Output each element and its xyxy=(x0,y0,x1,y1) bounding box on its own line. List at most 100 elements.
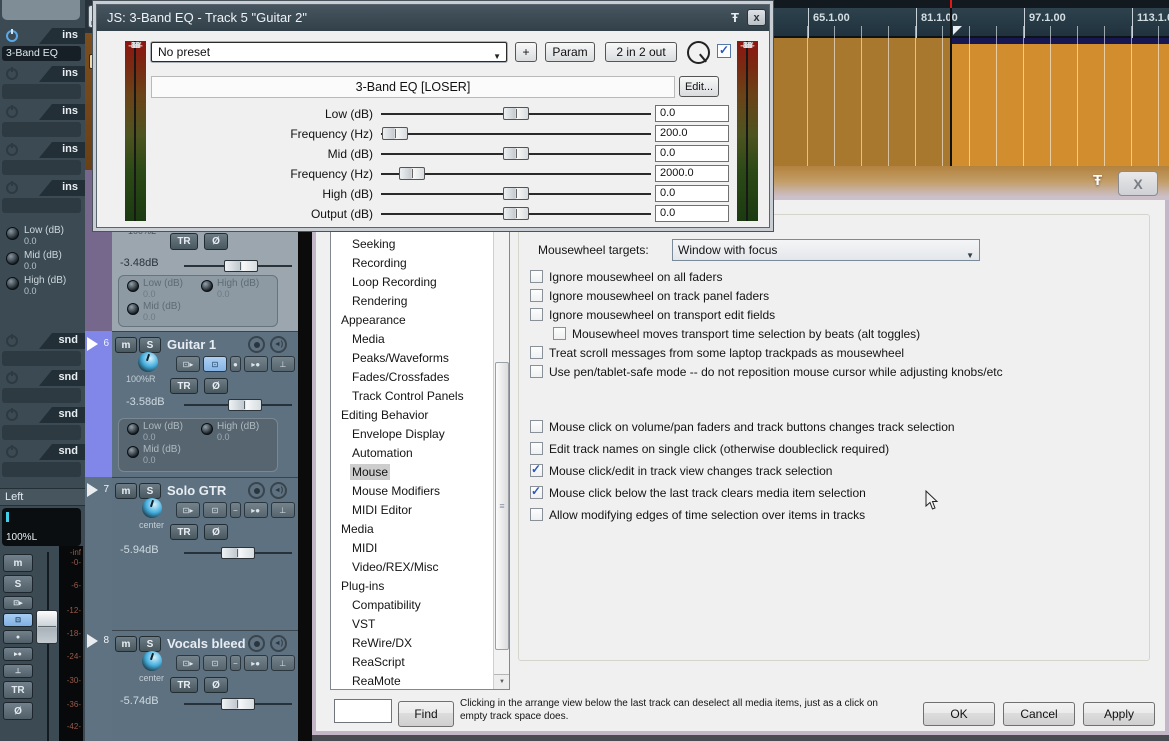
param-button[interactable]: Param xyxy=(545,42,595,62)
tree-item[interactable]: VST xyxy=(331,615,494,634)
volume-fader-handle[interactable] xyxy=(221,547,255,559)
fx-chain-button[interactable]: ⊡▸ xyxy=(176,356,200,372)
tree-item[interactable]: Mouse Modifiers xyxy=(331,482,494,501)
pan-knob[interactable] xyxy=(142,498,162,518)
solo-button[interactable]: S xyxy=(139,483,161,499)
checkbox-row[interactable]: Mouse click on volume/pan faders and tra… xyxy=(530,420,955,433)
scroll-down-button[interactable]: ▼ xyxy=(494,674,510,689)
record-arm-icon[interactable] xyxy=(248,635,265,652)
monitor-button[interactable]: ▸● xyxy=(3,647,33,661)
snd-tab-label[interactable]: snd xyxy=(39,370,85,386)
checkbox[interactable] xyxy=(530,442,543,455)
knob-icon[interactable] xyxy=(127,423,139,435)
send-enable-icon[interactable] xyxy=(6,372,18,384)
slider-value-field[interactable]: 200.0 xyxy=(655,125,729,142)
checkbox-row[interactable]: Ignore mousewheel on transport edit fiel… xyxy=(530,308,1003,321)
fx-slot-name[interactable] xyxy=(2,160,81,175)
volume-fader-handle[interactable] xyxy=(221,698,255,710)
close-button[interactable]: x xyxy=(747,9,766,26)
checkbox[interactable] xyxy=(530,289,543,302)
mute-button[interactable]: m xyxy=(3,554,33,572)
checkbox-row[interactable]: Ignore mousewheel on track panel faders xyxy=(530,289,1003,302)
fx-insert-slot[interactable]: ins 3-Band EQ xyxy=(0,28,85,66)
slider-value-field[interactable]: 0.0 xyxy=(655,145,729,162)
pin-icon[interactable]: Ŧ xyxy=(1093,172,1102,189)
send-slot[interactable]: snd xyxy=(0,333,85,370)
phase-button[interactable]: Ø xyxy=(204,233,228,250)
checkbox-row[interactable]: Allow modifying edges of time selection … xyxy=(530,508,955,521)
checkbox-row[interactable]: Use pen/tablet-safe mode -- do not repos… xyxy=(530,365,1003,378)
tree-item[interactable]: Mouse xyxy=(331,463,494,482)
phase-button[interactable]: Ø xyxy=(204,677,228,693)
fx-chain-button[interactable]: ⊡▸ xyxy=(176,502,200,518)
volume-fader-handle[interactable] xyxy=(224,260,258,272)
tree-item[interactable]: Compatibility xyxy=(331,596,494,615)
slider-track[interactable] xyxy=(381,164,651,184)
knob-icon[interactable] xyxy=(6,277,19,290)
add-preset-button[interactable]: + xyxy=(515,42,537,62)
input-fx-button[interactable]: ⊡ xyxy=(3,613,33,627)
tree-item[interactable]: ReaScript xyxy=(331,653,494,672)
track-arrow-icon[interactable] xyxy=(87,337,98,351)
checkbox[interactable] xyxy=(530,308,543,321)
trim-button[interactable]: TR xyxy=(170,677,198,693)
slider-thumb[interactable] xyxy=(382,127,408,140)
fx-insert-slot[interactable]: ins xyxy=(0,142,85,180)
fx-param-row[interactable]: High (dB) 0.0 xyxy=(0,274,85,299)
tree-item[interactable]: Seeking xyxy=(331,235,494,254)
fx-enable-icon[interactable] xyxy=(6,106,18,118)
tree-item[interactable]: Loop Recording xyxy=(331,273,494,292)
mousewheel-targets-select[interactable]: Window with focus ▼ xyxy=(672,239,980,261)
send-slot-name[interactable] xyxy=(2,388,81,403)
fx-chain-button[interactable]: ⊡▸ xyxy=(176,655,200,671)
input-fx-button[interactable]: ⊡ xyxy=(203,502,227,518)
pan-knob[interactable] xyxy=(142,651,162,671)
mute-button[interactable]: m xyxy=(115,636,137,652)
checkbox-row[interactable]: Mousewheel moves transport time selectio… xyxy=(530,327,1003,340)
snd-tab-label[interactable]: snd xyxy=(39,333,85,349)
envelope-button[interactable]: ⊥ xyxy=(271,655,295,671)
trim-button[interactable]: TR xyxy=(170,233,198,250)
output-name-field[interactable]: Left xyxy=(0,488,85,506)
record-arm-button[interactable]: − xyxy=(230,655,241,671)
track6-color-strip[interactable]: 6 xyxy=(85,331,112,477)
ok-button[interactable]: OK xyxy=(923,702,995,726)
snd-tab-label[interactable]: snd xyxy=(39,444,85,460)
phase-button[interactable]: Ø xyxy=(3,702,33,720)
fx-slot-name[interactable] xyxy=(2,198,81,213)
media-item-area[interactable] xyxy=(770,38,1169,168)
mute-button[interactable]: m xyxy=(115,483,137,499)
snd-tab-label[interactable]: snd xyxy=(39,407,85,423)
checkbox[interactable] xyxy=(530,464,543,477)
input-fx-button[interactable]: ⊡ xyxy=(203,356,227,372)
record-arm-icon[interactable] xyxy=(248,336,265,353)
envelope-button[interactable]: ⊥ xyxy=(3,664,33,678)
fx-insert-slot[interactable]: ins xyxy=(0,66,85,104)
fx-slot-name[interactable] xyxy=(2,84,81,99)
fx-enable-icon[interactable] xyxy=(6,144,18,156)
preferences-tree[interactable]: Seeking Recording Loop Recording Renderi… xyxy=(330,231,510,690)
record-arm-button[interactable]: ● xyxy=(230,356,241,372)
send-slot[interactable]: snd xyxy=(0,407,85,444)
track8-color-strip[interactable]: 8 xyxy=(85,630,112,741)
tree-item[interactable]: Envelope Display xyxy=(331,425,494,444)
solo-button[interactable]: S xyxy=(139,337,161,353)
fx-chain-button[interactable]: ⊡▸ xyxy=(3,596,33,610)
knob-icon[interactable] xyxy=(127,280,139,292)
tree-item[interactable]: Automation xyxy=(331,444,494,463)
checkbox[interactable] xyxy=(530,486,543,499)
envelope-button[interactable]: ⊥ xyxy=(271,502,295,518)
tree-item[interactable]: MIDI Editor xyxy=(331,501,494,520)
find-input[interactable] xyxy=(334,699,392,723)
ins-tab-label[interactable]: ins xyxy=(39,28,85,44)
trim-button[interactable]: TR xyxy=(170,524,198,540)
send-enable-icon[interactable] xyxy=(6,446,18,458)
pan-display[interactable]: 100%L xyxy=(2,508,81,546)
envelope-button[interactable]: ⊥ xyxy=(271,356,295,372)
track8-panel[interactable]: m S Vocals bleed ◄) center ⊡▸⊡−▸●⊥ TR Ø … xyxy=(112,630,298,741)
checkbox-row[interactable]: Mouse click below the last track clears … xyxy=(530,486,955,499)
fx-enable-icon[interactable] xyxy=(6,68,18,80)
monitor-speaker-icon[interactable]: ◄) xyxy=(270,635,287,652)
eq-title-bar[interactable]: JS: 3-Band EQ - Track 5 "Guitar 2" Ŧ x xyxy=(97,5,769,31)
tree-item[interactable]: Peaks/Waveforms xyxy=(331,349,494,368)
